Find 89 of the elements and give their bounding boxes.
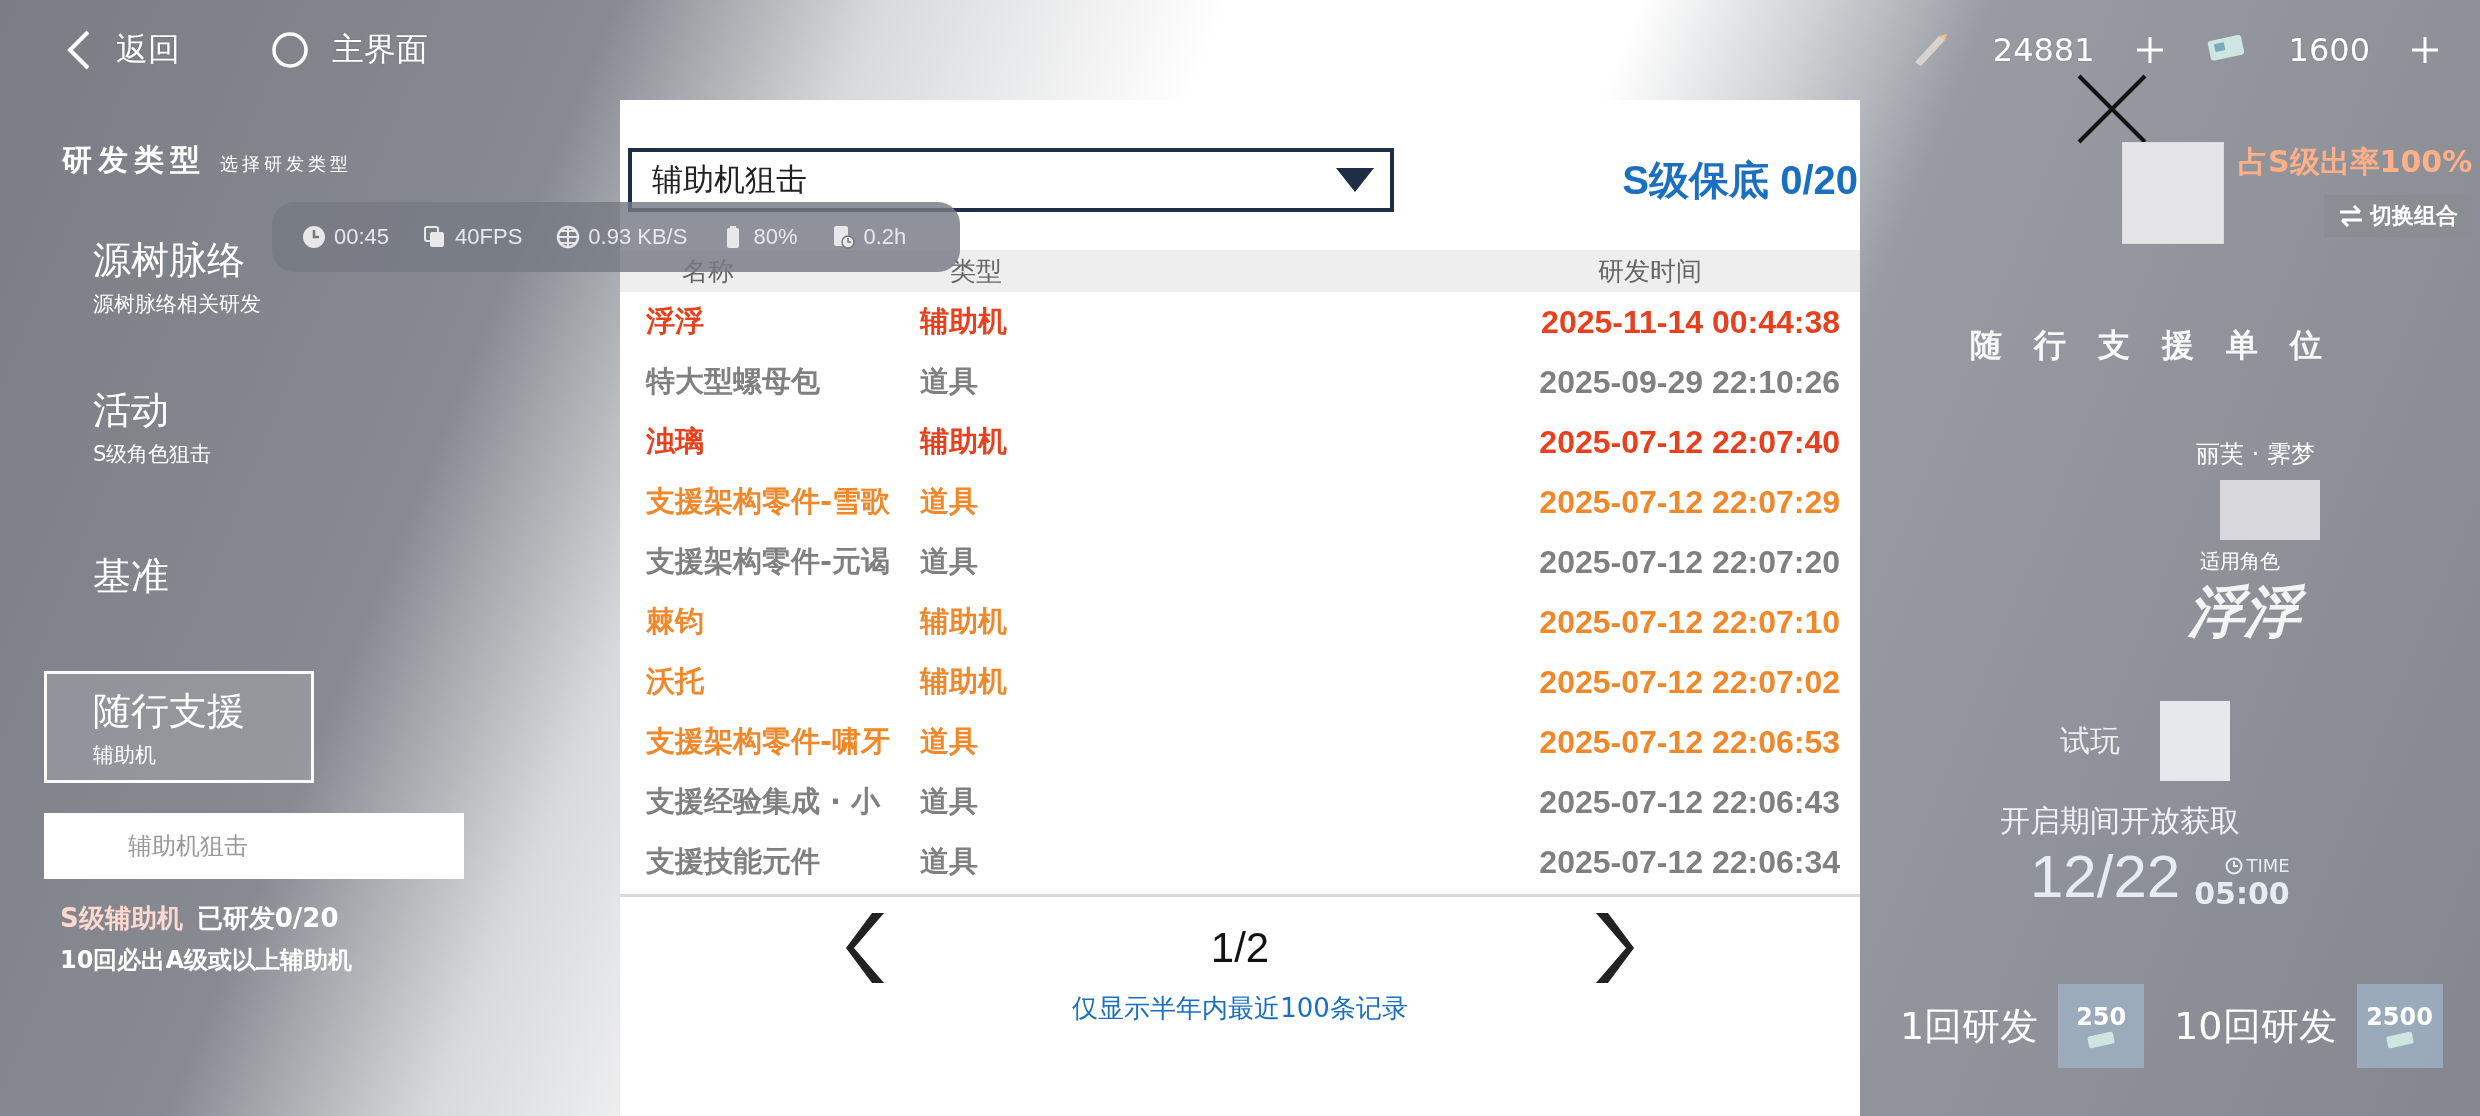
section-title: 研发类型 (62, 141, 206, 179)
switch-button[interactable]: 切换组合 (2324, 195, 2473, 237)
table-cell-text: 2025-07-12 22:07:40 (1538, 423, 1841, 461)
pool-tab[interactable]: 辅助机狙击 (44, 813, 464, 879)
table-cell-text: 支援经验集成 · 小 (645, 783, 882, 820)
stat-text: 0.2h (863, 224, 907, 250)
category-subtitle: S级角色狙击 (93, 440, 213, 468)
section-subtitle: 选择研发类型 (220, 152, 352, 176)
stat-text: 40FPS (455, 224, 523, 250)
stat-text: 00:45 (334, 224, 390, 250)
globe-icon (556, 225, 581, 249)
table-cell-text: 2025-11-14 00:44:38 (1540, 303, 1841, 341)
table-cell-text: 辅助机 (920, 303, 1008, 340)
table-cell-text: 道具 (920, 363, 979, 400)
pool-dropdown[interactable]: 辅助机狙击 (628, 148, 1394, 212)
plus-icon[interactable] (2134, 35, 2165, 65)
cost-badge: 250 (2058, 984, 2145, 1068)
table-cell-text: 特大型螺母包 (644, 363, 821, 400)
end-date: 12/22 (2030, 842, 2181, 911)
back-button[interactable]: 返回 (116, 28, 180, 72)
table-cell-text: 棘钧 (645, 603, 705, 640)
column-header: 类型 (950, 254, 1003, 288)
category-item[interactable]: 活动 S级角色狙击 (44, 351, 270, 501)
table-cell-text: 2025-07-12 22:07:20 (1538, 543, 1841, 581)
table-cell-text: 2025-07-12 22:06:53 (1538, 723, 1841, 761)
currency-amount: 1600 (2288, 31, 2370, 69)
unit-title: 随行支援单位 (1970, 325, 2355, 366)
category-title: 活动 (93, 386, 170, 434)
table-cell-text: 支援架构零件-雪歌 (645, 483, 892, 520)
category-title: 随行支援 (93, 687, 246, 735)
table-cell-text: 2025-07-12 22:07:29 (1538, 483, 1841, 521)
triangle-icon (1336, 168, 1374, 192)
home-button[interactable]: 主界面 (332, 28, 428, 72)
pity-counter: S级保底 0/20 (1622, 156, 1858, 204)
trial-button[interactable]: 试玩 (2060, 720, 2120, 762)
column-header: 研发时间 (1597, 254, 1703, 288)
table-cell-text: 道具 (920, 723, 979, 760)
availability-text: 开启期间开放获取 (2000, 802, 2241, 840)
ticket-icon (2086, 1031, 2117, 1049)
category-item[interactable]: 源树脉络 源树脉络相关研发 (44, 201, 270, 351)
close-icon[interactable] (2075, 72, 2149, 146)
unit-name: 浮浮 (2188, 575, 2480, 651)
draw-button[interactable]: 1回研发 (1900, 1000, 2039, 1052)
draw-button[interactable]: 10回研发 (2174, 1000, 2337, 1052)
circle-icon[interactable] (270, 30, 310, 70)
records-note: 仅显示半年内最近100条记录 (1072, 992, 1408, 1025)
ticket-icon (2384, 1031, 2415, 1049)
table-cell-text: 2025-07-12 22:07:02 (1538, 663, 1841, 701)
end-time: 05:00 (2194, 876, 2290, 911)
table-cell-text: 道具 (920, 543, 979, 580)
clock-icon (2225, 856, 2244, 875)
table-cell-text: 浊璃 (645, 423, 705, 460)
table-cell-text: 道具 (920, 783, 979, 820)
currency-amount: 24881 (1992, 31, 2095, 69)
page-indicator: 1/2 (1209, 924, 1271, 972)
category-subtitle: 源树脉络相关研发 (93, 290, 262, 318)
table-cell-text: 辅助机 (920, 663, 1008, 700)
table-cell-text: 2025-07-12 22:07:10 (1538, 603, 1841, 641)
guarantee-text: 10回必出A级或以上辅助机 (60, 945, 353, 976)
category-item[interactable]: 随行支援 辅助机 (44, 671, 314, 783)
research-count-text: 已研发0/20 (196, 902, 339, 935)
table-cell-text: 道具 (920, 483, 979, 520)
category-item[interactable]: 基准 (44, 501, 270, 651)
plus-icon[interactable] (2410, 35, 2440, 65)
stat-text: 0.93 KB/S (588, 224, 688, 250)
swap-icon (2338, 204, 2365, 228)
clock-icon (302, 225, 326, 249)
stat-text: 80% (753, 224, 798, 250)
table-cell-text: 沃托 (645, 663, 705, 700)
table-cell-text: 道具 (920, 843, 979, 880)
table-cell-text: 支援技能元件 (645, 843, 821, 880)
table-cell-text: 浮浮 (645, 303, 705, 340)
table-cell-text: 支援架构零件-元谒 (645, 543, 892, 580)
table-cell-text: 支援架构零件-啸牙 (645, 723, 892, 760)
time-label: TIME (2246, 855, 2290, 876)
table-cell-text: 辅助机 (920, 603, 1008, 640)
applies-link[interactable]: 适用角色 (2200, 548, 2480, 575)
table-cell-text: 2025-07-12 22:06:34 (1538, 843, 1841, 881)
character-name: 丽芙 · 霁梦 (2196, 439, 2316, 470)
rate-label: 占S级出率100% (2238, 143, 2473, 181)
cost-badge: 2500 (2356, 984, 2443, 1068)
table-cell-text: 2025-07-12 22:06:43 (1538, 783, 1841, 821)
table-cell-text: 辅助机 (920, 423, 1008, 460)
pool-grade: S级辅助机 (60, 902, 183, 935)
category-title: 源树脉络 (93, 236, 246, 284)
timer-file-icon (831, 225, 856, 249)
category-title: 基准 (93, 552, 170, 600)
table-cell-text: 2025-09-29 22:10:26 (1538, 363, 1841, 401)
category-subtitle: 辅助机 (93, 741, 157, 769)
